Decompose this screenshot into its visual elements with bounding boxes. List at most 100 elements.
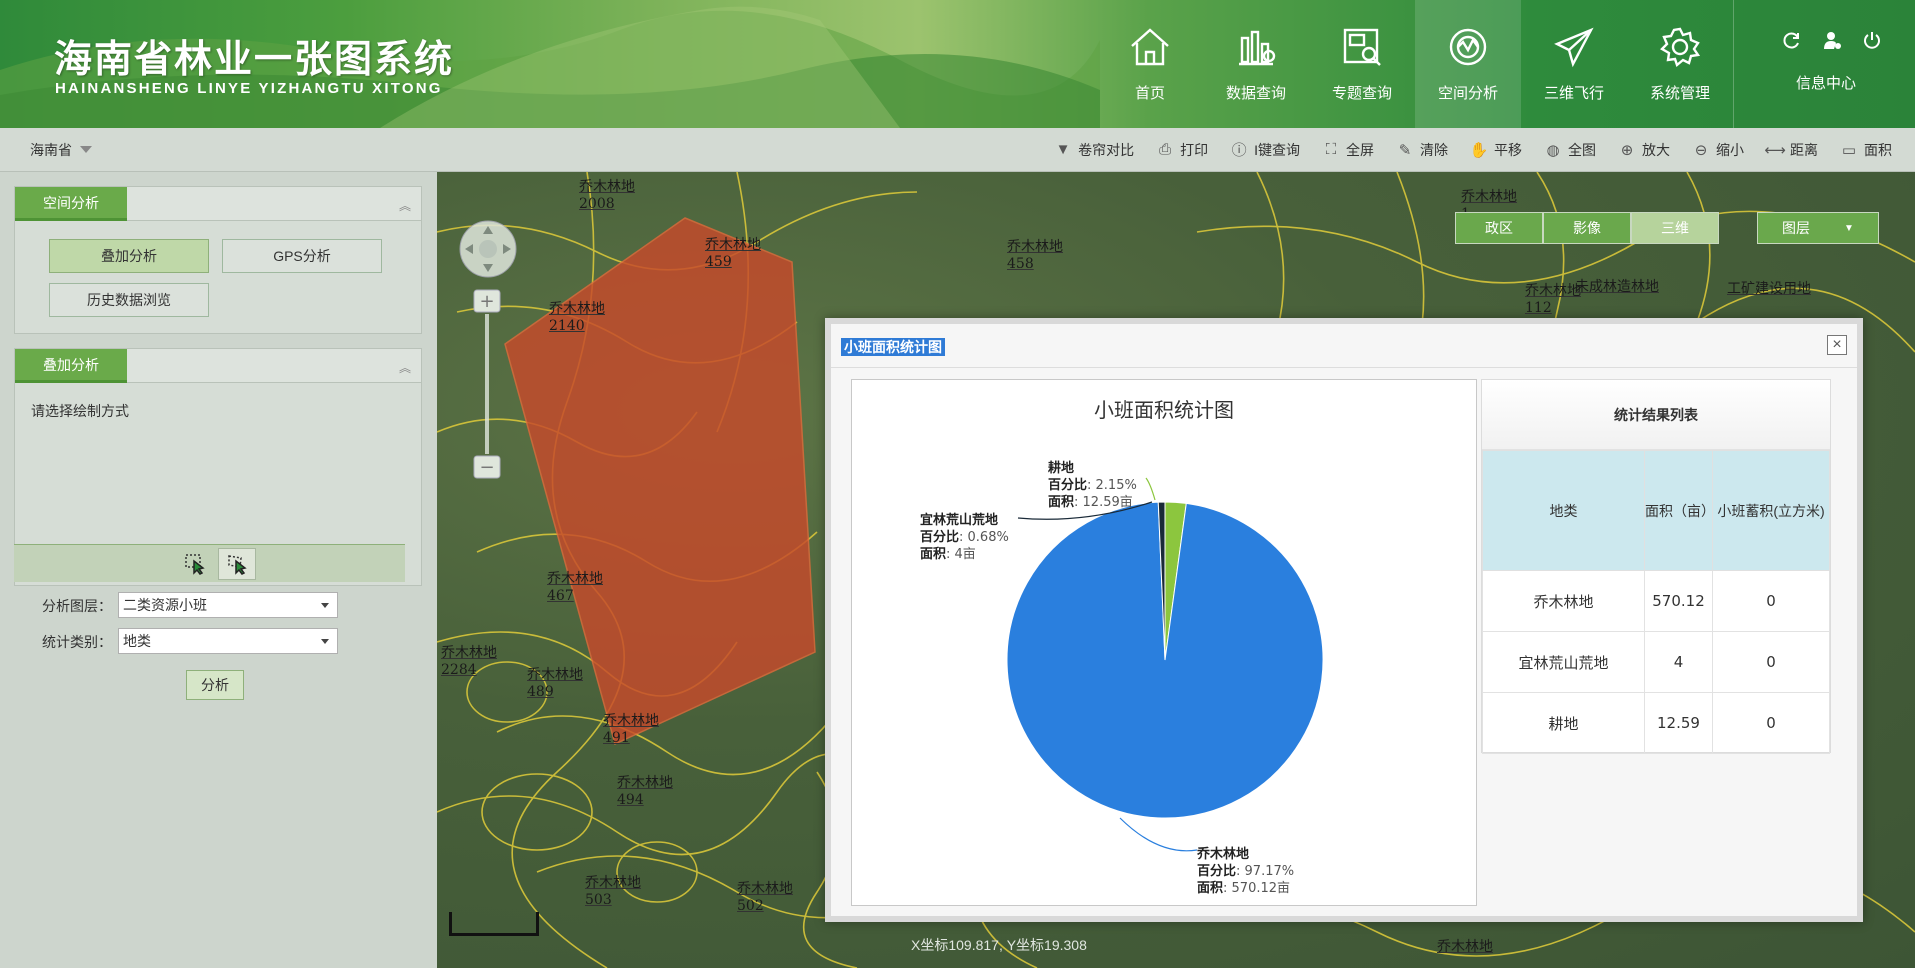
data-chart-icon [1239,30,1276,66]
column-header-area: 面积（亩） [1644,450,1715,571]
scale-bar [449,912,539,936]
topic-search-icon [1343,28,1381,66]
collapse-icon[interactable]: ︽ [399,359,411,376]
nav-system-admin-label: 系统管理 [1649,85,1710,102]
nav-3d-flight[interactable]: 三维飞行 [1521,0,1627,128]
pie-data-label: 面积: 570.12亩 [1197,880,1290,896]
zoom-out-icon: ⊖ [1694,141,1708,159]
gps-analysis-button[interactable]: GPS分析 [222,239,382,273]
power-icon[interactable] [1862,30,1882,50]
basemap-switcher: 政区 影像 三维 [1455,212,1719,244]
measure-area-tool[interactable]: ▭ 面积 [1831,140,1901,160]
zoom-in-icon: ⊕ [1620,141,1634,159]
printer-icon: ⎙ [1159,141,1172,158]
broom-icon: ✎ [1398,141,1412,159]
draw-polygon-tool[interactable] [218,548,256,580]
info-center-label: 信息中心 [1796,75,1857,92]
statistics-table: 地类 面积（亩） 小班蓄积(立方米) 乔木林地 570.12 0 宜林荒山荒地 … [1482,450,1830,754]
analysis-layer-select[interactable]: 二类资源小班 [118,592,338,618]
chevron-down-icon [80,146,92,153]
nav-topic-query-label: 专题查询 [1331,85,1392,102]
history-browse-button[interactable]: 历史数据浏览 [49,283,209,317]
pie-data-label: 宜林荒山荒地 [920,512,998,528]
map-navigation-control: + − [457,218,519,501]
gear-icon [1660,27,1701,68]
user-settings-icon[interactable] [1822,30,1842,50]
svg-text:+: + [479,291,494,312]
swipe-compare-tool[interactable]: ▼ 卷帘对比 [1045,140,1143,160]
coordinate-readout: X坐标109.817, Y坐标19.308 [911,937,1087,953]
pie-label-leader-line [1145,477,1156,501]
measure-distance-tool[interactable]: ⟷ 距离 [1757,140,1827,160]
nav-home[interactable]: 首页 [1097,0,1203,128]
nav-3d-flight-label: 三维飞行 [1543,85,1604,102]
zoom-in-tool[interactable]: ⊕ 放大 [1609,140,1679,160]
statistic-category-select[interactable]: 地类 [118,628,338,654]
draw-point-tool[interactable] [176,548,214,580]
header: 海南省林业一张图系统 HAINANSHENG LINYE YIZHANGTU X… [0,0,1915,128]
pie-chart-panel: 小班面积统计图 乔木林地 百分比: 97.17% 面积: 570.12亩 宜林荒山荒地… [851,379,1477,906]
pie-data-label: 面积: 4亩 [920,546,976,562]
pan-tool[interactable]: ✋ 平移 [1461,140,1531,160]
dropdown-arrow-icon [321,603,329,608]
info-center: 信息中心 [1733,0,1915,128]
statistics-table-panel: 统计结果列表 地类 面积（亩） 小班蓄积(立方米) 乔木林地 570.12 0 … [1481,379,1831,754]
region-selector[interactable]: 海南省 [0,128,437,172]
category-field-label: 统计类别： [42,634,112,650]
full-extent-tool[interactable]: ◍ 全图 [1535,140,1605,160]
map-toolbar: ▼ 卷帘对比 ⎙ 打印 ⓘ I键查询 ⛶ 全屏 ✎ 清除 ✋ 平移 ◍ 全图 ⊕ 放大 ⊖ 缩小 … [437,128,1915,172]
polygon-select-icon [228,555,247,575]
pie-label-leader-line [1119,817,1198,852]
spatial-analysis-panel-title: 空间分析 [15,187,127,221]
statistics-table-title: 统计结果列表 [1482,380,1830,450]
home-icon [1131,28,1169,66]
statistic-category-value: 地类 [123,633,151,649]
nav-data-query[interactable]: 数据查询 [1203,0,1309,128]
pie-data-label: 乔木林地 [1196,846,1249,862]
pie-data-label: 面积: 12.59亩 [1048,494,1133,510]
nav-system-admin[interactable]: 系统管理 [1627,0,1733,128]
clear-tool[interactable]: ✎ 清除 [1387,140,1457,160]
spatial-analysis-panel: 空间分析 ︽ 叠加分析 GPS分析 历史数据浏览 [14,186,422,334]
draw-toolbar [14,544,405,582]
table-row: 乔木林地 570.12 0 [1482,570,1830,632]
column-header-landtype: 地类 [1482,450,1645,571]
refresh-icon[interactable] [1782,30,1802,50]
analyze-button[interactable]: 分析 [186,670,244,700]
print-tool[interactable]: ⎙ 打印 [1147,140,1217,160]
table-row: 宜林荒山荒地 4 0 [1482,631,1830,693]
nav-topic-query[interactable]: 专题查询 [1309,0,1415,128]
nav-spatial-analysis[interactable]: 空间分析 [1415,0,1521,128]
draw-method-prompt: 请选择绘制方式 [31,403,129,419]
close-icon[interactable]: × [1827,335,1847,355]
svg-text:−: − [479,457,494,478]
layer-field-label: 分析图层： [42,598,112,614]
overlay-analysis-panel-title: 叠加分析 [15,349,127,383]
basemap-admin[interactable]: 政区 [1455,212,1543,244]
cursor-select-icon [185,554,205,575]
nav-spatial-analysis-label: 空间分析 [1437,85,1498,102]
layer-menu-button[interactable]: 图层 ▼ [1757,212,1879,244]
basemap-3d[interactable]: 三维 [1631,212,1719,244]
pie-data-label: 百分比: 0.68% [920,529,1009,545]
table-row: 耕地 12.59 0 [1482,692,1830,754]
fullscreen-icon: ⛶ [1325,141,1337,158]
zoom-out-tool[interactable]: ⊖ 缩小 [1683,140,1753,160]
fullscreen-tool[interactable]: ⛶ 全屏 [1313,140,1383,160]
pie-chart: 乔木林地百分比: 97.17%面积: 570.12亩 宜林荒山荒地百分比: 0.6… [920,460,1324,896]
column-header-volume: 小班蓄积(立方米) [1712,450,1830,571]
basemap-imagery[interactable]: 影像 [1543,212,1631,244]
analysis-layer-value: 二类资源小班 [123,597,207,613]
region-label: 海南省 [30,141,72,158]
ruler-icon: ⟷ [1764,141,1786,159]
logo-title: 海南省林业一张图系统 [54,37,455,81]
info-icon: ⓘ [1231,142,1247,159]
chevron-down-icon: ▼ [1844,222,1854,234]
identify-tool[interactable]: ⓘ I键查询 [1221,140,1309,160]
globe-icon: ◍ [1546,141,1560,159]
dialog-titlebar[interactable] [831,324,1857,368]
overlay-analysis-button[interactable]: 叠加分析 [49,239,209,273]
area-icon: ▭ [1841,141,1857,159]
main-nav: 首页 数据查询 专题查询 空间分析 三维飞行 系统管理 [1097,0,1733,128]
collapse-icon[interactable]: ︽ [399,197,411,214]
